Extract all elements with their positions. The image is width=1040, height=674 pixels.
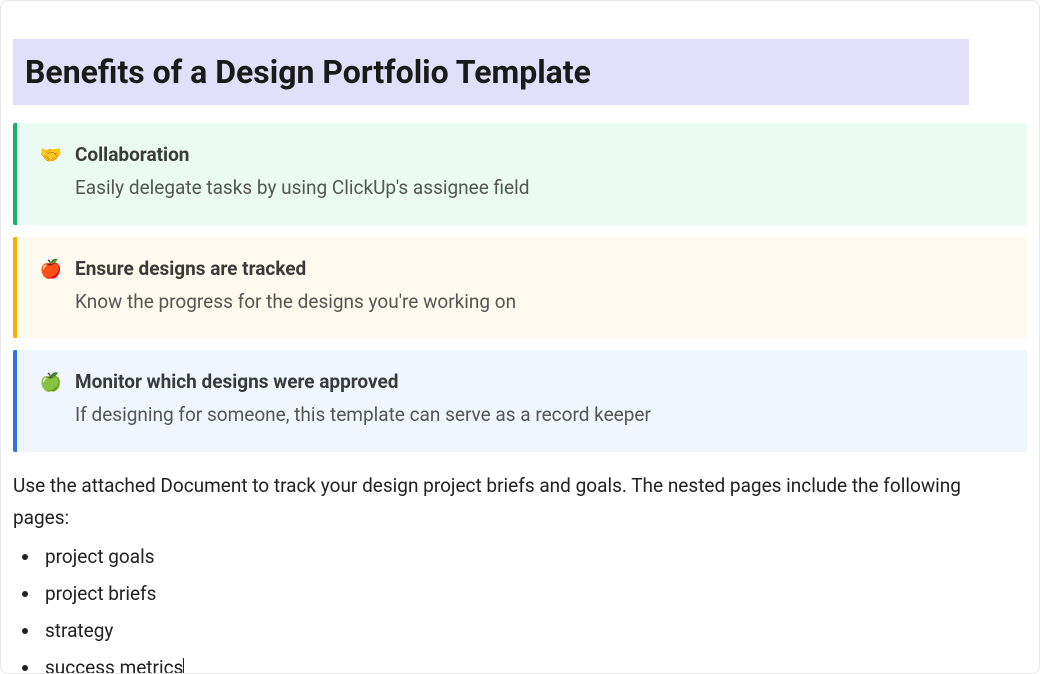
red-apple-icon: 🍎	[39, 259, 63, 280]
callout-tracking: 🍎 Ensure designs are tracked Know the pr…	[13, 237, 1027, 339]
callout-text: Easily delegate tasks by using ClickUp's…	[75, 174, 1009, 203]
callout-title: Monitor which designs were approved	[75, 370, 1009, 393]
callout-body: Ensure designs are tracked Know the prog…	[75, 257, 1009, 317]
callout-text: Know the progress for the designs you're…	[75, 288, 1009, 317]
handshake-icon: 🤝	[39, 145, 63, 166]
page-title: Benefits of a Design Portfolio Template	[13, 39, 969, 105]
list-item: project goals	[41, 538, 1039, 575]
callout-approved: 🍏 Monitor which designs were approved If…	[13, 350, 1027, 452]
list-item: project briefs	[41, 575, 1039, 612]
green-apple-icon: 🍏	[39, 372, 63, 393]
intro-paragraph: Use the attached Document to track your …	[13, 470, 1019, 535]
document-page: Benefits of a Design Portfolio Template …	[0, 0, 1040, 674]
list-item: strategy	[41, 612, 1039, 649]
callout-body: Monitor which designs were approved If d…	[75, 370, 1009, 430]
callout-title: Ensure designs are tracked	[75, 257, 1009, 280]
list-item: success metrics	[41, 649, 1039, 674]
bullet-list: project goals project briefs strategy su…	[41, 538, 1039, 674]
callout-text: If designing for someone, this template …	[75, 401, 1009, 430]
callout-collaboration: 🤝 Collaboration Easily delegate tasks by…	[13, 123, 1027, 225]
callout-list: 🤝 Collaboration Easily delegate tasks by…	[1, 123, 1039, 452]
callout-title: Collaboration	[75, 143, 1009, 166]
callout-body: Collaboration Easily delegate tasks by u…	[75, 143, 1009, 203]
